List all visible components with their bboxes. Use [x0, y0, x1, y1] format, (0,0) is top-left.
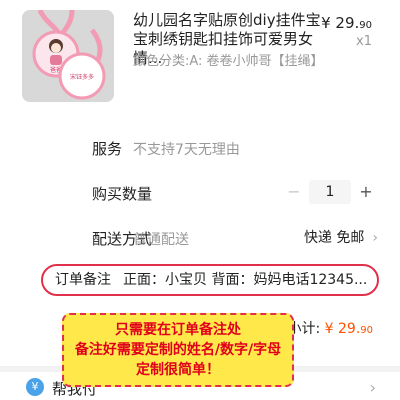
order-card: 爸爸 宋钰多多 幼儿园名字贴原创diy挂件宝宝刺绣钥匙扣挂饰可爱男女情... ¥…: [0, 0, 400, 366]
product-sku[interactable]: 颜色分类:A: 卷卷小帅哥【挂绳】: [133, 52, 329, 71]
product-thumbnail[interactable]: 爸爸 宋钰多多: [22, 10, 114, 102]
subtotal: 小计: ¥ 29.90: [287, 318, 373, 338]
decrement-button[interactable]: −: [282, 180, 306, 204]
order-note-value: 正面：小宝贝 背面：妈妈电话12345...: [123, 272, 368, 288]
callout-line-1: 只需要在订单备注处: [115, 322, 241, 338]
quantity-stepper: − 1 +: [282, 180, 378, 204]
price-cents: 90: [359, 20, 372, 31]
increment-button[interactable]: +: [354, 180, 378, 204]
service-label: 服务: [92, 140, 123, 158]
quantity-label: 购买数量: [92, 185, 153, 203]
subtotal-amount: ¥ 29.90: [325, 321, 373, 337]
product-price: ¥ 29.90: [321, 14, 372, 32]
chevron-right-icon: ›: [372, 230, 378, 246]
quantity-input[interactable]: 1: [309, 180, 351, 204]
shipping-value: 普通配送: [133, 232, 189, 248]
callout-line-2: 备注好需要定制的姓名/数字/字母: [74, 342, 282, 358]
chevron-right-icon: ›: [369, 378, 376, 397]
subtotal-main: ¥ 29.: [324, 321, 361, 337]
order-note-label: 订单备注: [55, 272, 111, 288]
right-tag-text: 宋钰多多: [70, 73, 94, 81]
subtotal-cents: 90: [360, 325, 373, 336]
order-note-field[interactable]: 订单备注 正面：小宝贝 背面：妈妈电话12345...: [41, 264, 379, 296]
shipping-option: 快递 免邮: [303, 230, 365, 246]
shipping-selector[interactable]: 快递 免邮 ›: [304, 227, 378, 247]
price-main: ¥ 29.: [321, 14, 360, 32]
yuan-icon: ¥: [26, 378, 44, 396]
callout-line-3: 定制很简单！: [136, 362, 220, 378]
instruction-callout: 只需要在订单备注处 备注好需要定制的姓名/数字/字母 定制很简单！: [62, 313, 294, 387]
product-quantity: x1: [356, 34, 372, 49]
service-value: 不支持7天无理由: [133, 142, 240, 158]
product-image: 爸爸 宋钰多多: [22, 10, 114, 102]
